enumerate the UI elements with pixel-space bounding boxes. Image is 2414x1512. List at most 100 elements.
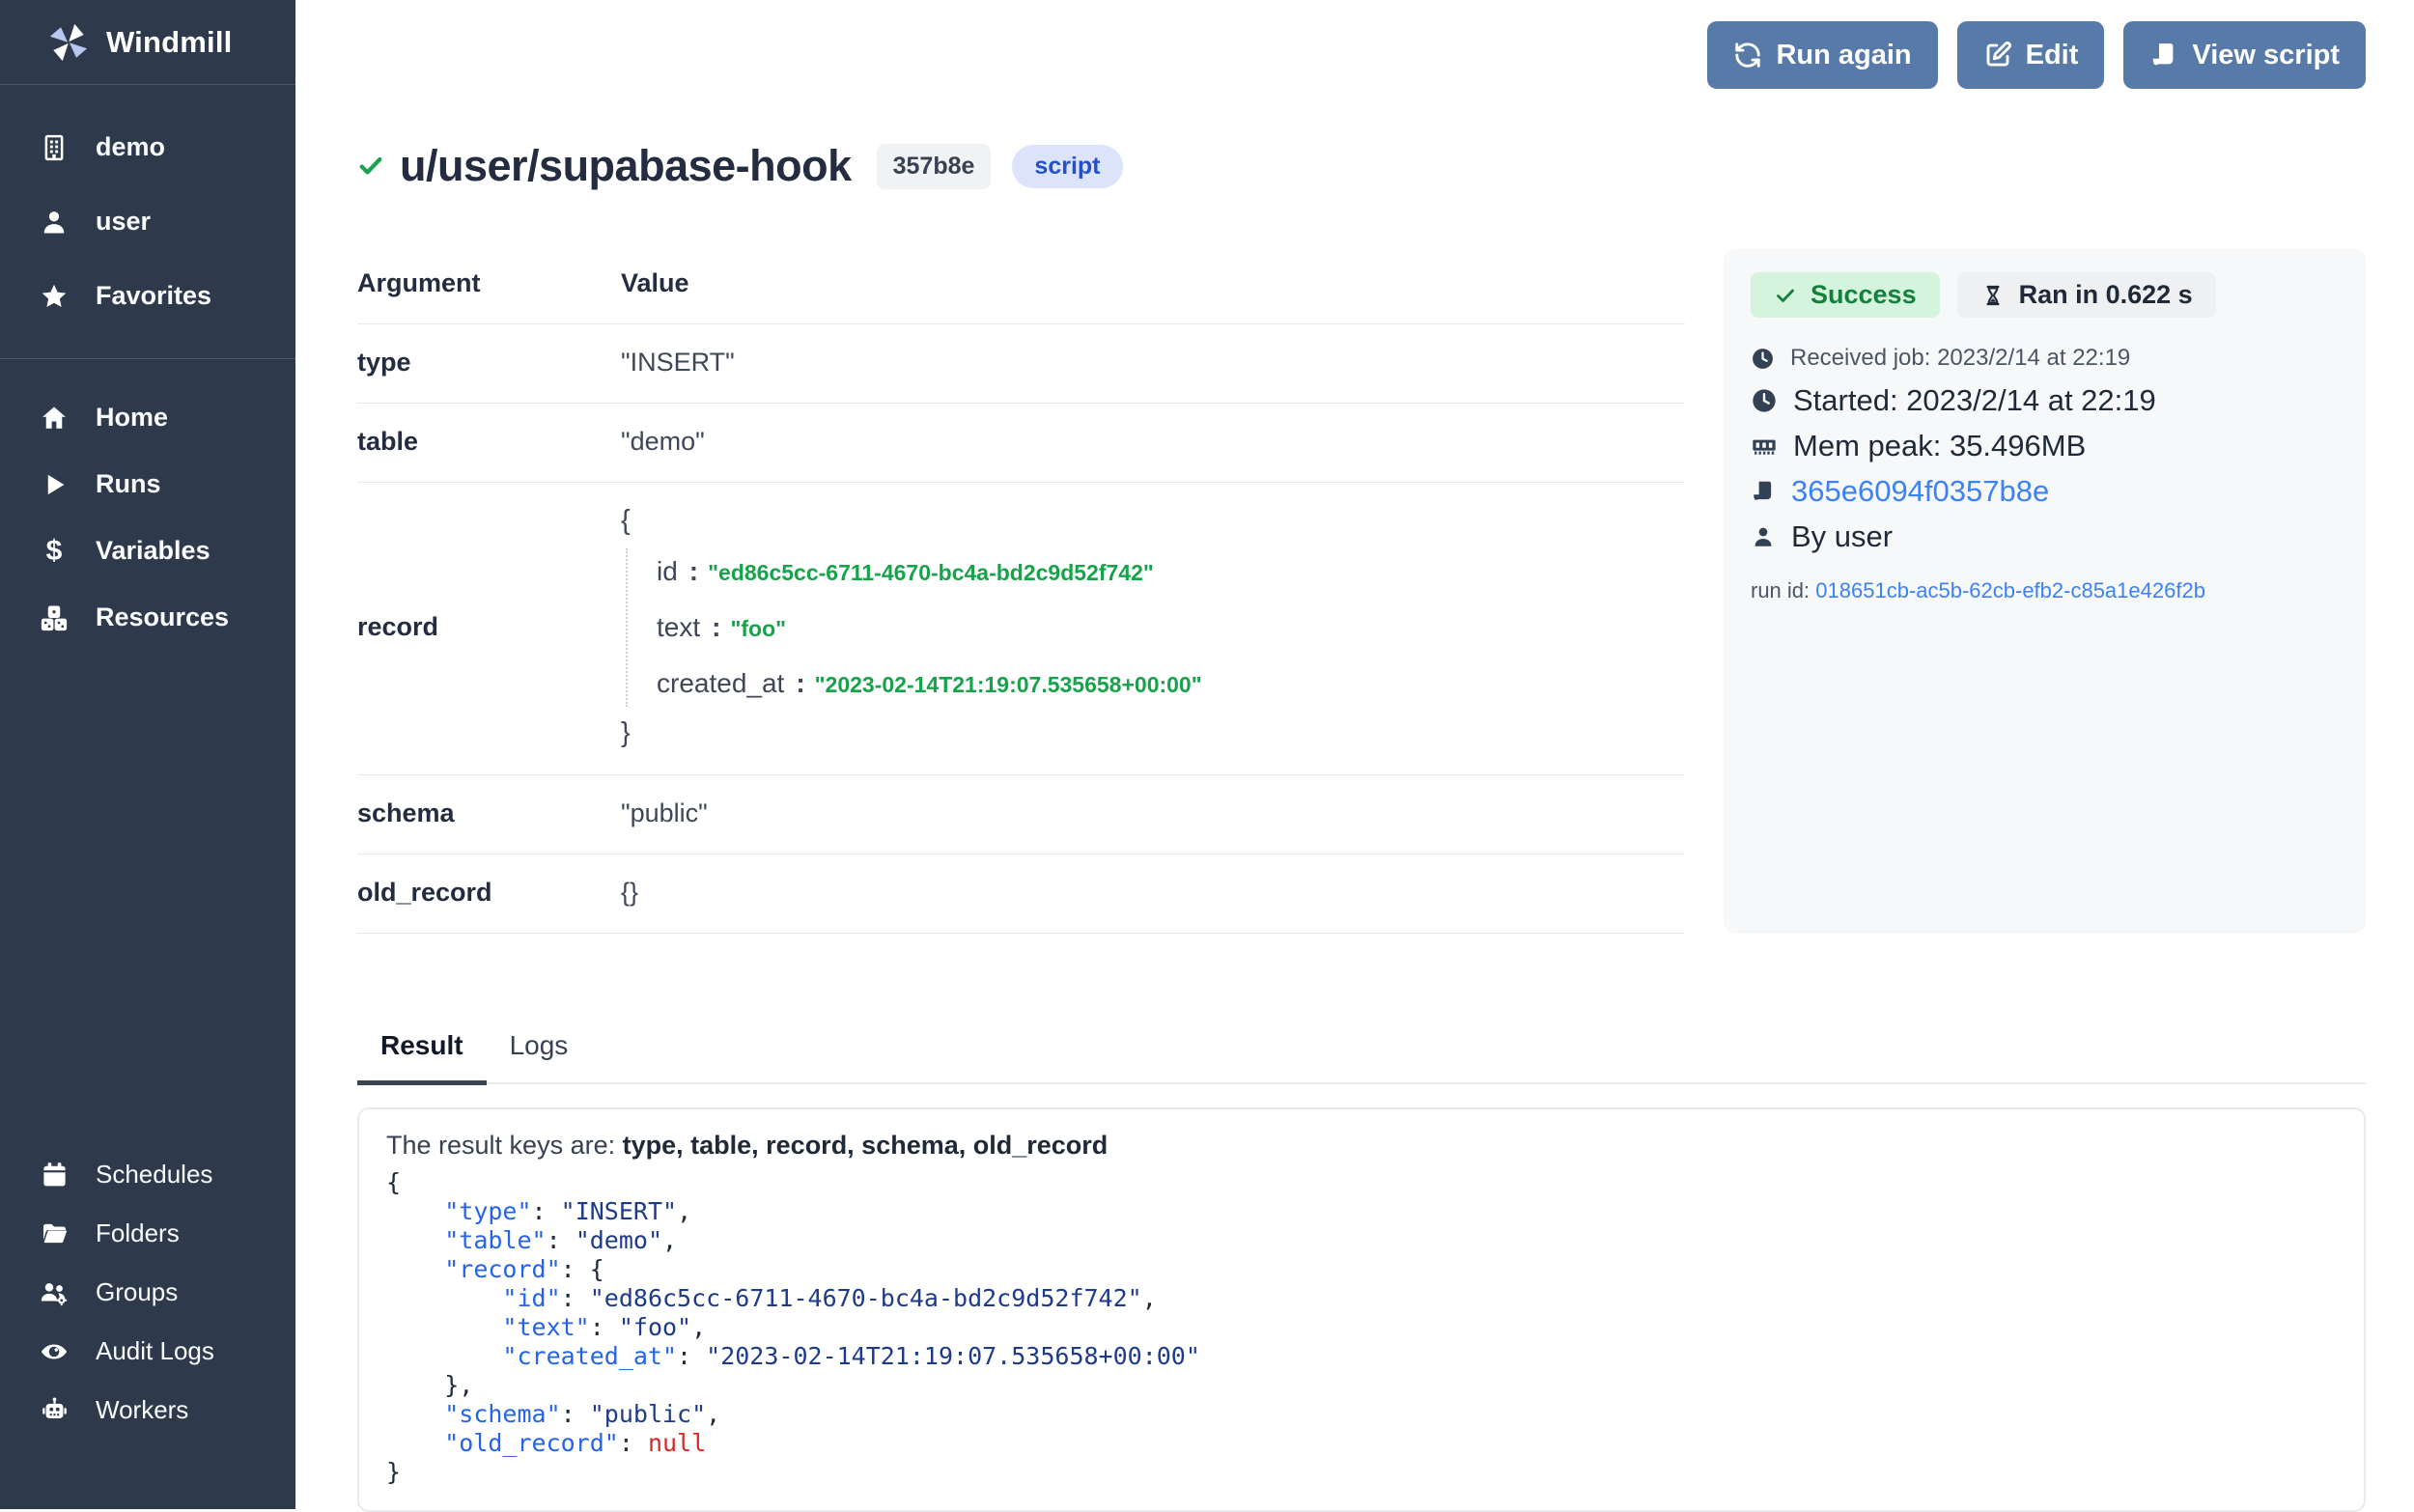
- status-badges-row: Success Ran in 0.622 s: [1751, 272, 2339, 318]
- started-text: Started: 2023/2/14 at 22:19: [1793, 383, 2156, 418]
- sidebar-label-user: user: [96, 207, 151, 237]
- sidebar-item-demo[interactable]: demo: [0, 110, 295, 184]
- arg-name: type: [357, 348, 621, 378]
- arg-name: old_record: [357, 878, 621, 908]
- check-icon: [1774, 284, 1797, 307]
- home-icon: [39, 403, 70, 434]
- run-id-row: run id: 018651cb-ac5b-62cb-efb2-c85a1e42…: [1751, 578, 2339, 603]
- hourglass-icon: [1980, 283, 2006, 308]
- view-script-label: View script: [2192, 40, 2340, 71]
- object-entry-text: text : "foo": [657, 612, 1202, 643]
- sidebar-label-groups: Groups: [96, 1277, 178, 1307]
- sidebar-item-home[interactable]: Home: [0, 384, 295, 451]
- sidebar: Windmill demo: [0, 0, 295, 1509]
- sidebar-item-favorites[interactable]: Favorites: [0, 259, 295, 333]
- sidebar-item-resources[interactable]: Resources: [0, 584, 295, 651]
- object-entry-created-at: created_at : "2023-02-14T21:19:07.535658…: [657, 668, 1202, 699]
- sidebar-workspace-section: demo user Favorites: [0, 85, 295, 358]
- entry-colon: :: [796, 668, 804, 699]
- arg-value: {}: [621, 878, 638, 908]
- started-row: Started: 2023/2/14 at 22:19: [1751, 378, 2339, 423]
- arg-name: schema: [357, 798, 621, 828]
- args-header-row: Argument Value: [357, 268, 1685, 324]
- play-icon: [39, 469, 70, 500]
- sidebar-label-audit-logs: Audit Logs: [96, 1336, 214, 1366]
- status-badge: Success: [1751, 272, 1940, 318]
- arg-value: "demo": [621, 427, 705, 457]
- building-icon: [39, 132, 70, 163]
- result-panel: The result keys are: type, table, record…: [357, 1107, 2366, 1512]
- arg-row-table: table "demo": [357, 404, 1685, 483]
- arg-row-schema: schema "public": [357, 775, 1685, 854]
- entry-colon: :: [712, 612, 720, 643]
- tab-logs[interactable]: Logs: [487, 1030, 592, 1082]
- sidebar-item-groups[interactable]: Groups: [0, 1263, 295, 1322]
- object-close-brace: }: [621, 718, 1202, 749]
- script-hash-row: 365e6094f0357b8e: [1751, 468, 2339, 514]
- entry-key: text: [657, 612, 700, 643]
- sidebar-item-folders[interactable]: Folders: [0, 1204, 295, 1263]
- app-root: Windmill demo: [0, 0, 2414, 1509]
- sidebar-label-workers: Workers: [96, 1395, 188, 1425]
- sidebar-item-user[interactable]: user: [0, 184, 295, 259]
- edit-label: Edit: [2026, 40, 2079, 71]
- object-open-brace: {: [621, 506, 1202, 537]
- clock-icon: [1751, 347, 1775, 371]
- by-user-text: By user: [1791, 519, 1893, 554]
- arguments-table: Argument Value type "INSERT" table "demo…: [357, 268, 1685, 934]
- entry-colon: :: [689, 556, 698, 587]
- run-id-link[interactable]: 018651cb-ac5b-62cb-efb2-c85a1e426f2b: [1815, 578, 2205, 602]
- args-col-argument: Argument: [357, 268, 621, 298]
- arg-value: "INSERT": [621, 348, 735, 378]
- sidebar-nav-section: Home Runs $ Variables: [0, 359, 295, 676]
- json-object-viewer: { id : "ed86c5cc-6711-4670-bc4a-bd2c9d52…: [621, 506, 1202, 749]
- clock-icon: [1751, 387, 1778, 414]
- tab-result[interactable]: Result: [357, 1030, 487, 1085]
- sidebar-item-audit-logs[interactable]: Audit Logs: [0, 1322, 295, 1381]
- arg-name: record: [357, 612, 621, 642]
- tabs-row: Result Logs: [357, 1030, 2366, 1084]
- sidebar-label-favorites: Favorites: [96, 281, 211, 311]
- run-again-button[interactable]: Run again: [1707, 21, 1937, 89]
- user-icon: [39, 207, 70, 238]
- view-script-button[interactable]: View script: [2123, 21, 2366, 89]
- duration-label: Ran in 0.622 s: [2019, 280, 2193, 310]
- sidebar-item-runs[interactable]: Runs: [0, 451, 295, 518]
- left-column: u/user/supabase-hook 357b8e script Argum…: [357, 141, 1685, 934]
- run-info-rows: Received job: 2023/2/14 at 22:19 Started…: [1751, 339, 2339, 559]
- content-row: u/user/supabase-hook 357b8e script Argum…: [357, 141, 2366, 934]
- sidebar-admin-section: Schedules Folders: [0, 1120, 295, 1509]
- main-content: Run again Edit View scri: [295, 0, 2414, 1509]
- success-check-icon: [357, 153, 384, 180]
- result-keys-list: type, table, record, schema, old_record: [623, 1131, 1109, 1160]
- result-keys-line: The result keys are: type, table, record…: [386, 1131, 2337, 1161]
- mem-peak-row: Mem peak: 35.496MB: [1751, 423, 2339, 468]
- title-row: u/user/supabase-hook 357b8e script: [357, 141, 1685, 191]
- brand-name: Windmill: [106, 25, 232, 60]
- result-keys-prefix: The result keys are:: [386, 1131, 623, 1160]
- script-hash-link[interactable]: 365e6094f0357b8e: [1791, 474, 2049, 509]
- edit-button[interactable]: Edit: [1957, 21, 2105, 89]
- run-again-label: Run again: [1776, 40, 1911, 71]
- run-id-label: run id:: [1751, 578, 1810, 602]
- groups-icon: [39, 1277, 70, 1308]
- sidebar-label-folders: Folders: [96, 1218, 180, 1248]
- run-info-card: Success Ran in 0.622 s: [1724, 249, 2366, 934]
- sidebar-item-workers[interactable]: Workers: [0, 1381, 295, 1440]
- arg-value-object: { id : "ed86c5cc-6711-4670-bc4a-bd2c9d52…: [621, 506, 1202, 749]
- brand[interactable]: Windmill: [0, 0, 295, 85]
- hash-badge: 357b8e: [877, 144, 992, 189]
- sidebar-item-variables[interactable]: $ Variables: [0, 518, 295, 584]
- sidebar-label-demo: demo: [96, 132, 165, 162]
- calendar-icon: [39, 1160, 70, 1190]
- object-entry-id: id : "ed86c5cc-6711-4670-bc4a-bd2c9d52f7…: [657, 556, 1202, 587]
- sidebar-label-runs: Runs: [96, 469, 161, 499]
- duration-badge: Ran in 0.622 s: [1957, 272, 2216, 318]
- mem-peak-text: Mem peak: 35.496MB: [1793, 429, 2086, 463]
- sidebar-label-schedules: Schedules: [96, 1160, 212, 1190]
- windmill-logo-icon: [44, 18, 93, 67]
- dollar-icon: $: [39, 536, 70, 567]
- arg-row-old-record: old_record {}: [357, 854, 1685, 934]
- sidebar-label-home: Home: [96, 403, 168, 433]
- sidebar-item-schedules[interactable]: Schedules: [0, 1145, 295, 1204]
